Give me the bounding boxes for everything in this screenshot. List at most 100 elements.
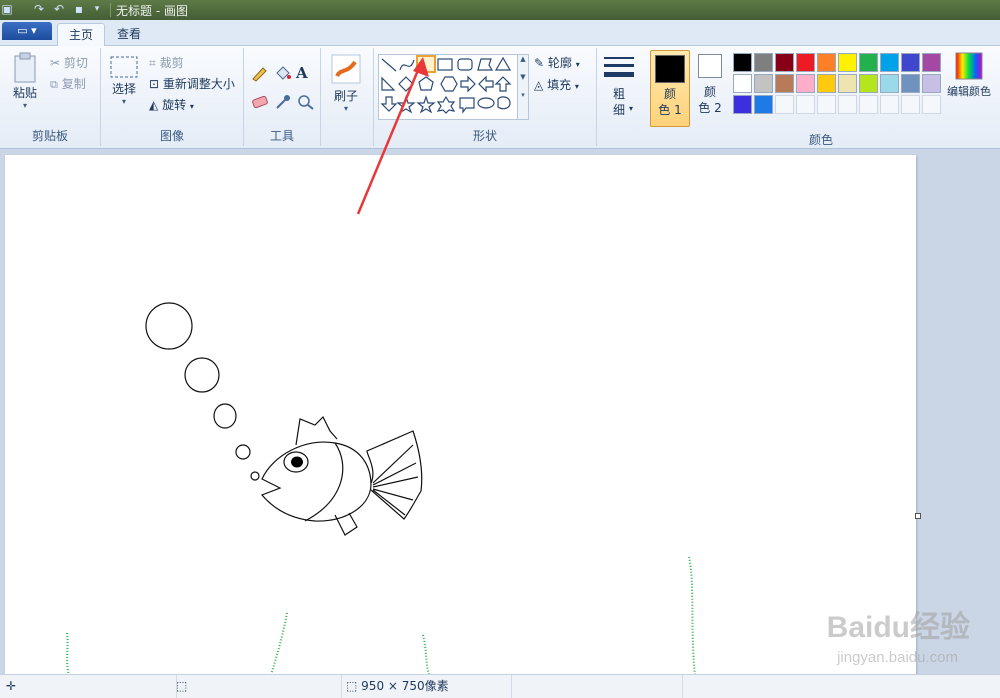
redo-icon[interactable]: ↷ <box>32 2 46 16</box>
copy-button[interactable]: ⧉ 复制 <box>50 75 86 92</box>
palette-empty-slot[interactable] <box>796 95 815 114</box>
shapes-scroll-down-icon[interactable]: ▼ <box>518 73 528 81</box>
palette-swatch[interactable] <box>859 53 878 72</box>
palette-swatch[interactable] <box>733 95 752 114</box>
color2-label-1: 颜 <box>703 85 716 99</box>
palette-swatch[interactable] <box>754 74 773 93</box>
undo-icon[interactable]: ↶ <box>52 2 66 16</box>
paste-dropdown-icon: ▾ <box>22 101 27 110</box>
selection-icon: ⬚ <box>176 679 188 693</box>
save-icon[interactable]: ▪ <box>72 2 86 16</box>
eraser-tool[interactable] <box>250 94 270 113</box>
copy-label: 复制 <box>61 77 86 91</box>
eraser-icon <box>252 95 268 109</box>
fish-pupil <box>291 456 303 468</box>
pencil-tool[interactable] <box>250 64 270 85</box>
palette-swatch[interactable] <box>733 74 752 93</box>
palette-swatch[interactable] <box>880 53 899 72</box>
palette-swatch[interactable] <box>880 74 899 93</box>
tab-home[interactable]: 主页 <box>57 23 106 46</box>
palette-swatch[interactable] <box>838 74 857 93</box>
canvas-resize-handle[interactable] <box>915 513 921 519</box>
palette-swatch[interactable] <box>859 74 878 93</box>
fill-icon: ◬ <box>534 78 544 92</box>
palette-empty-slot[interactable] <box>817 95 836 114</box>
polygon-shape-icon <box>477 58 494 71</box>
color-picker-tool[interactable] <box>273 94 293 113</box>
resize-button[interactable]: ⊡ 重新调整大小 <box>149 75 235 92</box>
fish-dorsal-fin <box>295 415 338 446</box>
bubble-dot <box>250 471 260 481</box>
shapes-scroll[interactable]: ▲ ▼ ▾ <box>517 54 529 120</box>
outline-label: 轮廓 <box>547 56 572 70</box>
tab-view[interactable]: 查看 <box>106 23 152 45</box>
palette-swatch[interactable] <box>901 74 920 93</box>
clipboard-group: 粘贴 ▾ ✂ 剪切 ⧉ 复制 剪贴板 <box>0 48 101 146</box>
cursor-position-cell: ✛ <box>0 675 177 698</box>
size-button[interactable]: 粗 细 ▾ <box>600 54 638 117</box>
palette-swatch[interactable] <box>733 53 752 72</box>
palette-swatch[interactable] <box>817 53 836 72</box>
watermark-url: jingyan.baidu.com <box>837 649 958 666</box>
watermark-brand: Baidu经验 <box>826 611 970 644</box>
fish-tail-lines <box>372 444 419 516</box>
selection-size-cell: ⬚ <box>176 675 342 698</box>
crop-icon: ⌗ <box>149 56 156 70</box>
outline-button[interactable]: ✎ 轮廓 ▾ <box>534 54 580 71</box>
fill-tool[interactable] <box>273 64 293 85</box>
status-empty-cell <box>512 675 683 698</box>
palette-swatch[interactable] <box>796 74 815 93</box>
paste-label: 粘贴 <box>12 86 37 100</box>
rainbow-palette-icon <box>955 52 983 80</box>
file-menu-button[interactable]: ▭ ▾ <box>2 22 52 40</box>
quick-access-dropdown-icon[interactable]: ▾ <box>90 2 104 16</box>
crop-label: 裁剪 <box>159 56 184 70</box>
palette-empty-slot[interactable] <box>859 95 878 114</box>
palette-swatch[interactable] <box>922 53 941 72</box>
outline-icon: ✎ <box>534 56 545 70</box>
cut-button[interactable]: ✂ 剪切 <box>50 54 88 71</box>
palette-swatch[interactable] <box>838 53 857 72</box>
color1-button[interactable]: 颜 色 1 <box>650 50 690 127</box>
eyedropper-icon <box>276 95 290 109</box>
shapes-expand-icon[interactable]: ▾ <box>518 91 528 99</box>
cloud-callout-shape-icon <box>497 96 511 110</box>
canvas-area[interactable]: Baidu经验 jingyan.baidu.com <box>0 57 1000 675</box>
palette-empty-slot[interactable] <box>775 95 794 114</box>
crop-button[interactable]: ⌗ 裁剪 <box>149 54 184 71</box>
palette-swatch[interactable] <box>796 53 815 72</box>
palette-empty-slot[interactable] <box>838 95 857 114</box>
select-button[interactable]: 选择 ▾ <box>109 54 139 106</box>
paint-app-icon[interactable]: ▣ <box>0 2 14 16</box>
fish-gill <box>304 442 344 522</box>
right-arrow-shape-icon <box>460 75 476 93</box>
rotate-button[interactable]: ◭ 旋转 ▾ <box>149 96 194 113</box>
edit-colors-button[interactable]: 编辑颜色 <box>944 52 994 99</box>
select-dropdown-icon: ▾ <box>121 97 126 106</box>
shapes-scroll-up-icon[interactable]: ▲ <box>518 55 528 63</box>
magnifier-tool[interactable] <box>296 94 316 113</box>
drawing-canvas[interactable] <box>5 155 916 675</box>
title-bar: ▣ ↷ ↶ ▪ ▾ 无标题 - 画图 <box>0 0 1000 20</box>
palette-swatch[interactable] <box>922 74 941 93</box>
palette-swatch[interactable] <box>775 53 794 72</box>
seaweed-4 <box>688 556 696 675</box>
palette-empty-slot[interactable] <box>922 95 941 114</box>
palette-empty-slot[interactable] <box>901 95 920 114</box>
oval-callout-shape-icon <box>477 97 495 109</box>
palette-swatch[interactable] <box>817 74 836 93</box>
text-tool[interactable]: A <box>296 64 308 82</box>
clipboard-group-label: 剪贴板 <box>31 129 68 143</box>
fill-button[interactable]: ◬ 填充 ▾ <box>534 76 579 93</box>
fill-dropdown-icon: ▾ <box>574 82 579 91</box>
color2-button[interactable]: 颜 色 2 <box>692 54 728 116</box>
palette-swatch[interactable] <box>775 74 794 93</box>
palette-swatch[interactable] <box>754 53 773 72</box>
palette-swatch[interactable] <box>754 95 773 114</box>
palette-swatch[interactable] <box>901 53 920 72</box>
seaweed-2 <box>270 612 288 675</box>
paint-bucket-icon <box>276 66 291 80</box>
palette-empty-slot[interactable] <box>880 95 899 114</box>
paste-button[interactable]: 粘贴 ▾ <box>10 52 40 110</box>
bubble-medium <box>184 357 220 393</box>
